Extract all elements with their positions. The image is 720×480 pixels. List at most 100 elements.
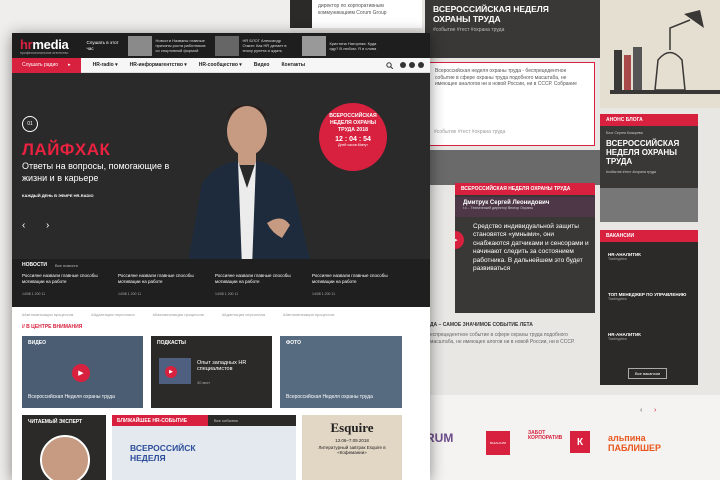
news-strip: НОВОСТИ Все новости Россияне назвали гла… [12, 259, 430, 307]
social-icon-2[interactable] [409, 62, 415, 68]
play-icon[interactable]: ▶ [165, 366, 177, 378]
bg-person-head: Дмитрук Сергей Леонидович г.с. - Техниче… [455, 197, 595, 217]
bg-photo-strip [430, 150, 600, 185]
bg-top-caption-card: директор по корпоративным коммуникациям … [312, 0, 422, 28]
expert-avatar [40, 435, 90, 480]
thumb-text: Кристина Нагорная: Куда иду? В любом: Я … [329, 40, 377, 51]
tile-label: ПОДКАСТЫ [157, 340, 186, 346]
all-events-link[interactable]: Все события [214, 418, 238, 423]
vacancy-item[interactable]: ТОП МЕНЕДЖЕР ПО УПРАВЛЕНИЮ Tradingview [608, 292, 686, 301]
social-icon-1[interactable] [400, 62, 406, 68]
all-news-link[interactable]: Все новости [55, 263, 78, 268]
tag-link[interactable]: #Автоматизация процессов [283, 312, 334, 317]
event-card[interactable]: БЛИЖАЙШЕЕ HR-СОБЫТИЕ Все события ВСЕРОСС… [112, 415, 296, 480]
listen-radio-button[interactable]: Слушать радио ▸ [12, 57, 81, 73]
partner-logo[interactable]: альпина ПАБЛИШЕР [608, 433, 688, 453]
bg-blog-photo [600, 188, 698, 222]
bg-person-card[interactable]: ВСЕРОССИЙСКАЯ НЕДЕЛЯ ОХРАНЫ ТРУДА Дмитру… [455, 183, 595, 313]
bg-partners: ‹ › RUM ВАКАНСИИ ЗАБОТ КОРПОРАТИВ К альп… [430, 395, 720, 480]
bg-blog-card[interactable]: Блог Сергея Козырева ВСЕРОССИЙСКАЯ НЕДЕЛ… [600, 126, 698, 222]
tag-link[interactable]: #Автоматизация процессов [22, 312, 73, 317]
vacancy-item[interactable]: HR-АНАЛИТИК Tradingview [608, 252, 641, 261]
bg-quote-text: Всероссийская неделя охраны труда - бесп… [435, 68, 577, 87]
partner-logo[interactable]: ВАКАНСИИ [486, 431, 510, 455]
partner-logo[interactable]: К [570, 431, 590, 453]
top-bar: hrmedia профессиональное агентство Слуша… [12, 33, 430, 58]
news-item[interactable]: Россияне назвали главные способы мотивац… [312, 273, 400, 285]
logo[interactable]: hrmedia профессиональное агентство [20, 36, 69, 55]
section-title-attention: // В ЦЕНТРЕ ВНИМАНИЯ [22, 324, 83, 330]
nav-item-hr-info[interactable]: HR-информагентство ▾ [130, 62, 187, 68]
bg-event-caption: ДА – САМОЕ ЗНАЧИМОЕ СОБЫТИЕ ЛЕТА [430, 322, 533, 328]
bg-blog-author: Блог Сергея Козырева [606, 131, 643, 135]
tag-link[interactable]: #Адаптация персонала [91, 312, 134, 317]
nav-item-video[interactable]: Видео [254, 62, 270, 68]
top-thumb[interactable]: Кристина Нагорная: Куда иду? В любом: Я … [302, 35, 381, 56]
photo-tile[interactable]: ФОТО Всероссийская Неделя охраны труда [280, 336, 402, 408]
thumb-image [302, 35, 327, 56]
logo-media: media [32, 36, 69, 52]
play-icon[interactable]: ▶ [72, 364, 90, 382]
prev-slide-icon[interactable]: ‹ [22, 220, 25, 231]
esquire-text: Литературный завтрак Esquire в «Кофемани… [318, 445, 386, 455]
badge-title: ВСЕРОССИЙСКАЯ НЕДЕЛЯ ОХРАНЫ ТРУДА 2018 [329, 113, 377, 133]
bg-vac-card: HR-АНАЛИТИК Tradingview ТОП МЕНЕДЖЕР ПО … [600, 242, 698, 385]
vacancy-company: Tradingview [608, 297, 627, 301]
bg-blog-title: ВСЕРОССИЙСКАЯ НЕДЕЛЯ ОХРАНЫ ТРУДА [606, 139, 680, 167]
tag-link[interactable]: #Автоматизация процессов [153, 312, 204, 317]
thumb-image [128, 35, 153, 56]
partner-logo[interactable]: RUM [430, 431, 453, 445]
nav-item-hr-community[interactable]: HR-сообщество ▾ [199, 62, 242, 68]
vacancy-item[interactable]: HR-АНАЛИТИК Tradingview [608, 332, 641, 341]
thumb-image [215, 35, 240, 56]
partner-logo[interactable]: ЗАБОТ КОРПОРАТИВ [528, 431, 562, 441]
news-meta: 14/08 1 200 11 [215, 292, 239, 296]
listen-live[interactable]: Слушать в этот час [86, 40, 120, 51]
countdown-labels: Дней часов Минут [338, 143, 368, 148]
top-thumb[interactable]: Новости Названы главные причины роста ра… [128, 35, 207, 56]
search-icon[interactable] [386, 61, 393, 69]
all-vacancies-button[interactable]: Все вакансии [628, 368, 668, 379]
bg-lamp-illustration [600, 0, 720, 108]
hero-note: КАЖДЫЙ ДЕНЬ В ЭФИРЕ HR-RADIO [22, 193, 94, 198]
partners-prev-icon[interactable]: ‹ [640, 407, 642, 414]
bg-blog-tags: #событие #тест #охрана труда [606, 169, 656, 174]
logo-subtitle: профессиональное агентство [20, 50, 69, 55]
nav-item-hr-radio[interactable]: HR-radio ▾ [93, 62, 118, 68]
top-thumb[interactable]: HR БЛОГ Александр Очкин: Как HR делает в… [215, 35, 294, 56]
bg-event-block: ДА – САМОЕ ЗНАЧИМОЕ СОБЫТИЕ ЛЕТА еспреце… [430, 320, 595, 380]
bg-top-caption: директор по корпоративным коммуникациям … [318, 3, 387, 16]
news-header: НОВОСТИ [22, 262, 48, 268]
podcast-meta: 30 мин [197, 380, 210, 385]
bg-event-text: еспрецедентное событие в сфере охраны тр… [430, 332, 575, 345]
news-meta: 14/08 1 200 11 [118, 292, 142, 296]
next-slide-icon[interactable]: › [46, 220, 49, 231]
main-page: hrmedia профессиональное агентство Слуша… [12, 33, 430, 480]
hero-subtitle: Ответы на вопросы, помогающие в жизни и … [22, 161, 170, 184]
bg-week-card[interactable]: ВСЕРОССИЙСКАЯ НЕДЕЛЯ ОХРАНЫ ТРУДА #событ… [425, 0, 600, 58]
bg-person-role: г.с. - Технический директор Вектор Охран… [463, 206, 533, 210]
esquire-card[interactable]: Esquire 13.06–7.09.2018 Литературный зав… [302, 415, 402, 480]
nav-item-contacts[interactable]: Контакты [282, 62, 306, 68]
vacancy-company: Tradingview [608, 337, 627, 341]
news-meta: 14/08 1 200 11 [312, 292, 336, 296]
partners-next-icon[interactable]: › [654, 407, 656, 414]
radio-label: Слушать радио [22, 62, 59, 68]
hero-slider: 01 ЛАЙФХАК Ответы на вопросы, помогающие… [12, 73, 430, 268]
expert-card[interactable]: ЧИТАЕМЫЙ ЭКСПЕРТ [22, 415, 106, 480]
bg-week-title: ВСЕРОССИЙСКАЯ НЕДЕЛЯ ОХРАНЫ ТРУДА [433, 4, 549, 25]
news-item[interactable]: Россияне назвали главные способы мотивац… [118, 273, 206, 285]
lamp-illustration [600, 0, 720, 108]
tag-link[interactable]: #Адаптация персонала [222, 312, 265, 317]
bg-quote-tags-wrap: #событие #тест #охрана труда [427, 127, 595, 139]
bg-play-icon[interactable]: ▶ [455, 231, 464, 249]
social-icon-3[interactable] [418, 62, 424, 68]
nav-bar: Слушать радио ▸ HR-radio ▾ HR-информагент… [12, 57, 430, 73]
news-item[interactable]: Россияне назвали главные способы мотивац… [22, 273, 110, 285]
podcasts-tile[interactable]: ПОДКАСТЫ ▶ Опыт западных HR специалистов… [151, 336, 272, 408]
vacancy-company: Tradingview [608, 257, 627, 261]
event-badge[interactable]: ВСЕРОССИЙСКАЯ НЕДЕЛЯ ОХРАНЫ ТРУДА 2018 1… [319, 103, 387, 171]
video-tile[interactable]: ВИДЕО ▶ Всероссийская Неделя охраны труд… [22, 336, 143, 408]
tag-list: #Автоматизация процессов #Адаптация перс… [22, 312, 334, 317]
news-item[interactable]: Россияне назвали главные способы мотивац… [215, 273, 303, 285]
